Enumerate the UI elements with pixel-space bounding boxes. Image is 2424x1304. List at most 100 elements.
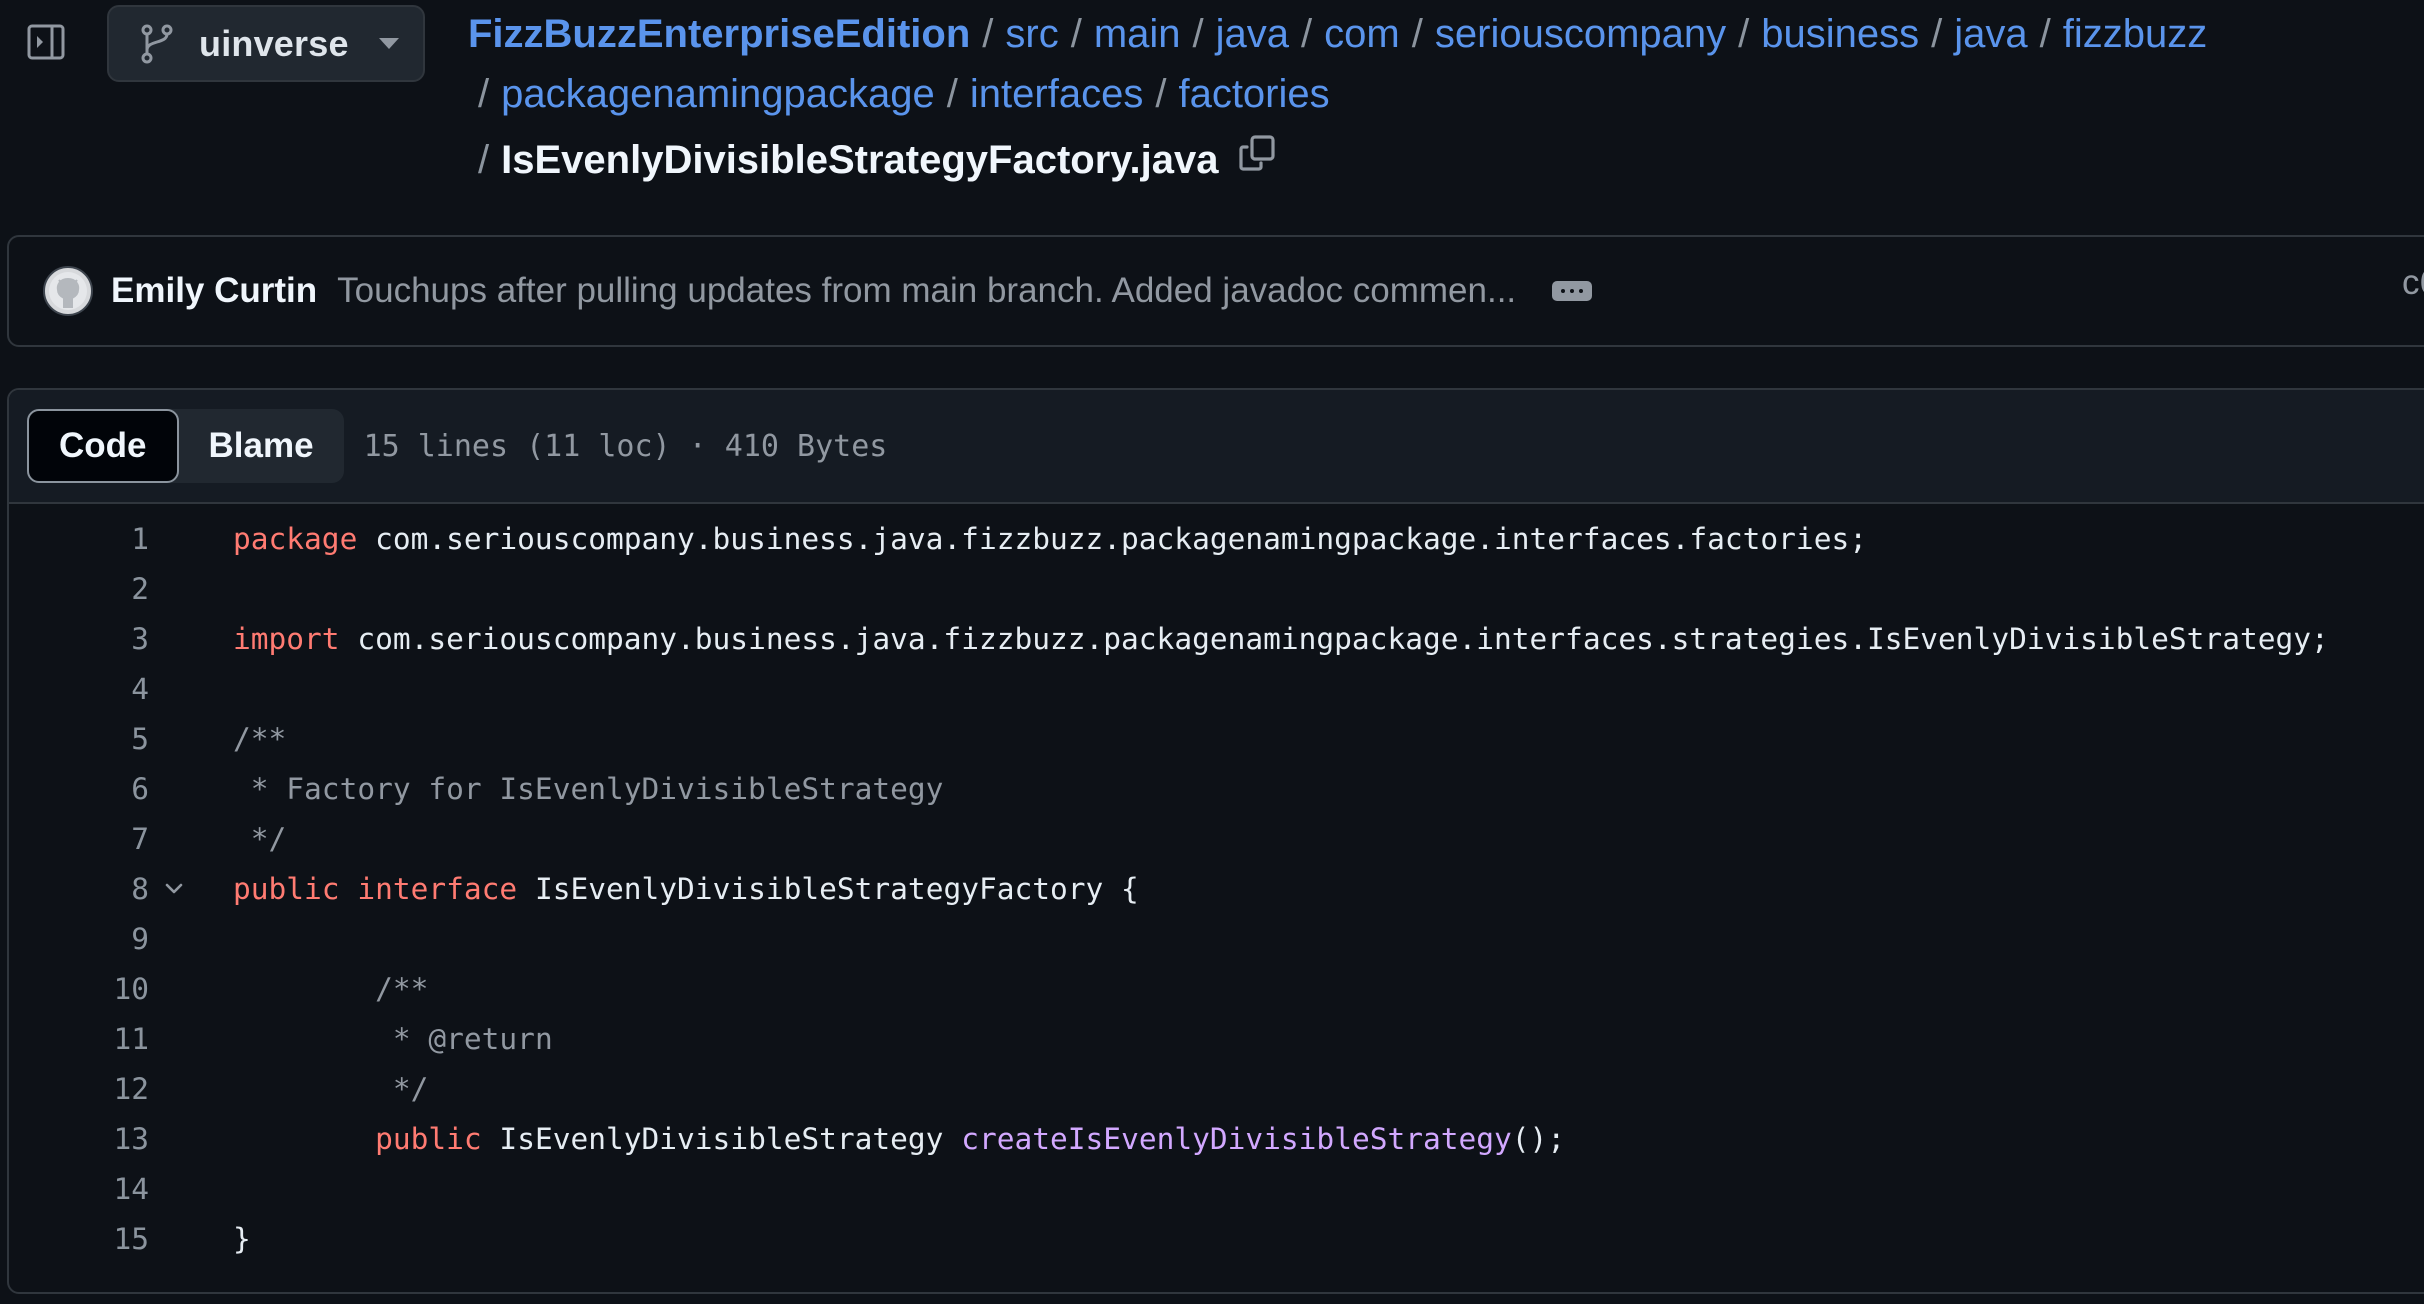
code-line: 3 import com.seriouscompany.business.java… (9, 614, 2424, 664)
code-line: 6 * Factory for IsEvenlyDivisibleStrateg… (9, 764, 2424, 814)
breadcrumb-separator: / (478, 138, 490, 182)
code-line: 4 (9, 664, 2424, 714)
line-number[interactable]: 12 (9, 1072, 149, 1106)
breadcrumb-link-main[interactable]: main (1094, 4, 1181, 64)
breadcrumb-separator: / (1155, 72, 1167, 116)
code-token-comment: */ (375, 1072, 429, 1106)
code-token-text: (); (1511, 1122, 1566, 1156)
code-line: 9 (9, 914, 2424, 964)
commit-author[interactable]: Emily Curtin (111, 271, 317, 311)
code-token-keyword: import (233, 622, 340, 656)
code-token-comment: * @return (375, 1022, 553, 1056)
breadcrumb-link-interfaces[interactable]: interfaces (970, 64, 1143, 124)
code-line: 15} (9, 1214, 2424, 1264)
copy-path-button[interactable] (1235, 135, 1279, 182)
tab-code[interactable]: Code (27, 409, 179, 483)
breadcrumb-link-business[interactable]: business (1761, 4, 1919, 64)
code-line: 1 package com.seriouscompany.business.jav… (9, 514, 2424, 564)
breadcrumb-repo-link[interactable]: FizzBuzzEnterpriseEdition (468, 4, 970, 64)
line-number[interactable]: 10 (9, 972, 149, 1006)
ellipsis-icon-dot (1579, 289, 1584, 293)
line-number[interactable]: 2 (9, 572, 149, 606)
line-number[interactable]: 15 (9, 1222, 149, 1256)
line-number[interactable]: 8 (9, 872, 149, 906)
code-token-comment: /** (233, 722, 287, 756)
branch-name: uinverse (199, 22, 349, 64)
breadcrumb-separator: / (982, 12, 994, 56)
code-token-text: com.seriouscompany.business.java.fizzbuz… (357, 522, 1867, 556)
sidebar-toggle-button[interactable] (26, 24, 66, 64)
commit-hash[interactable]: c6 (2402, 263, 2424, 303)
code-line: 8 public interface IsEvenlyDivisibleStrat… (9, 864, 2424, 914)
code-token-text: IsEvenlyDivisibleStrategy (481, 1122, 962, 1156)
breadcrumb-link-factories[interactable]: factories (1178, 64, 1329, 124)
view-mode-segmented-control: Code Blame (27, 409, 344, 483)
breadcrumb-link-seriouscompany[interactable]: seriouscompany (1435, 4, 1726, 64)
code-token-function: createIsEvenlyDivisibleStrategy (961, 1122, 1512, 1156)
breadcrumb-link-java-2[interactable]: java (1954, 4, 2027, 64)
triangle-down-icon (378, 38, 399, 49)
breadcrumb-separator: / (1411, 12, 1423, 56)
code-line-content: * @return (199, 1022, 553, 1056)
code-view[interactable]: 1 package com.seriouscompany.business.jav… (9, 514, 2424, 1264)
code-line-content: import com.seriouscompany.business.java.… (199, 622, 2329, 656)
git-branch-icon (141, 24, 177, 64)
file-viewer: Code Blame 15 lines (11 loc) · 410 Bytes… (7, 388, 2424, 1294)
line-number[interactable]: 3 (9, 622, 149, 656)
code-line-content: /** (199, 722, 286, 756)
code-token-comment: * Factory for IsEvenlyDivisibleStrategy (233, 772, 944, 806)
breadcrumb-link-java[interactable]: java (1216, 4, 1289, 64)
branch-selector-button[interactable]: uinverse (107, 5, 425, 82)
line-number[interactable]: 14 (9, 1172, 149, 1206)
line-number[interactable]: 7 (9, 822, 149, 856)
tab-blame[interactable]: Blame (179, 409, 344, 483)
breadcrumb-link-packagenamingpackage[interactable]: packagenamingpackage (501, 64, 935, 124)
copy-icon (1237, 130, 1277, 190)
code-line: 11 * @return (9, 1014, 2424, 1064)
ellipsis-icon-dot (1561, 289, 1566, 293)
breadcrumb-link-fizzbuzz[interactable]: fizzbuzz (2063, 4, 2208, 64)
ellipsis-icon-dot (1570, 289, 1575, 293)
code-token-comment: /** (375, 972, 429, 1006)
line-number[interactable]: 4 (9, 672, 149, 706)
code-token-text: com.seriouscompany.business.java.fizzbuz… (339, 622, 2329, 656)
breadcrumb-line-2: / packagenamingpackage / interfaces / fa… (478, 64, 1330, 124)
expand-commit-message-button[interactable] (1552, 281, 1593, 301)
file-stats: 15 lines (11 loc) · 410 Bytes (363, 428, 888, 464)
file-header: Code Blame 15 lines (11 loc) · 410 Bytes (9, 390, 2424, 504)
commit-message[interactable]: Touchups after pulling updates from main… (337, 271, 1516, 311)
breadcrumb-link-src[interactable]: src (1005, 4, 1058, 64)
line-number[interactable]: 1 (9, 522, 149, 556)
code-line-content: */ (199, 1072, 429, 1106)
github-avatar-icon (49, 272, 87, 310)
code-line-content: */ (199, 822, 287, 856)
code-token-comment: */ (233, 822, 287, 856)
line-number[interactable]: 13 (9, 1122, 149, 1156)
latest-commit-box: Emily Curtin Touchups after pulling upda… (7, 235, 2424, 347)
line-number[interactable]: 11 (9, 1022, 149, 1056)
line-number[interactable]: 5 (9, 722, 149, 756)
breadcrumb-separator: / (1931, 12, 1943, 56)
code-line-content: } (199, 1222, 251, 1256)
code-line-content: public interface IsEvenlyDivisibleStrate… (199, 872, 1139, 906)
code-token-keyword: package (233, 522, 358, 556)
file-name: IsEvenlyDivisibleStrategyFactory.java (501, 138, 1219, 182)
breadcrumb-line-1: FizzBuzzEnterpriseEdition / src / main /… (468, 4, 2207, 64)
breadcrumb-separator: / (478, 72, 490, 116)
avatar[interactable] (43, 266, 93, 316)
sidebar-expand-icon (26, 22, 66, 67)
line-number[interactable]: 6 (9, 772, 149, 806)
code-line-content: package com.seriouscompany.business.java… (199, 522, 1867, 556)
line-number[interactable]: 9 (9, 922, 149, 956)
breadcrumb-separator: / (1738, 12, 1750, 56)
breadcrumb-link-com[interactable]: com (1324, 4, 1400, 64)
code-line-content: /** (199, 972, 428, 1006)
code-token-keyword: public (375, 1122, 482, 1156)
breadcrumb-separator: / (2039, 12, 2051, 56)
code-line-content: public IsEvenlyDivisibleStrategy createI… (199, 1122, 1565, 1156)
code-token-keyword: public (233, 872, 340, 906)
chevron-down-icon[interactable] (149, 877, 199, 901)
code-line: 2 (9, 564, 2424, 614)
